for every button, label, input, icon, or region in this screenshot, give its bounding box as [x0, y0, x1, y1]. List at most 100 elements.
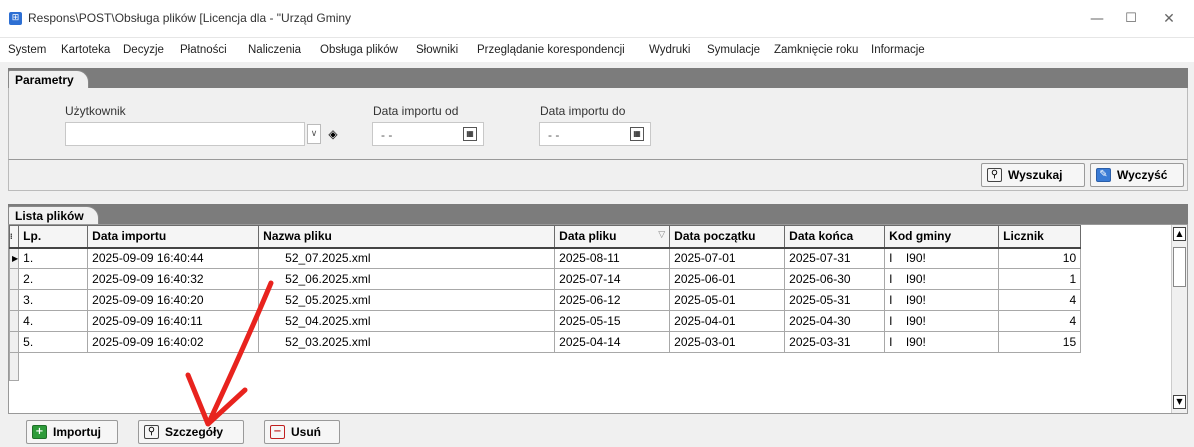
cell-kod-gminy[interactable]: I I90! [884, 289, 1000, 311]
maximize-button[interactable]: ☐ [1114, 6, 1148, 32]
cell-licznik[interactable]: 15 [998, 331, 1082, 353]
menu-symulacje[interactable]: Symulacje [707, 44, 760, 56]
cell-data-konca[interactable]: 2025-05-31 [784, 289, 886, 311]
cell-data-importu[interactable]: 2025-09-09 16:40:11 [87, 310, 260, 332]
date-to-field[interactable]: - - ▦ [539, 122, 651, 146]
cell-data-konca[interactable]: 2025-04-30 [784, 310, 886, 332]
table-row[interactable]: 3. 2025-09-09 16:40:20 52_05.2025.xml 20… [8, 289, 1082, 311]
cell-data-importu[interactable]: 2025-09-09 16:40:02 [87, 331, 260, 353]
import-button[interactable]: + Importuj [26, 420, 118, 444]
cell-kod-gminy[interactable]: I I90! [884, 268, 1000, 290]
cell-data-pliku[interactable]: 2025-07-14 [554, 268, 671, 290]
menu-kartoteka[interactable]: Kartoteka [61, 44, 110, 56]
cell-licznik[interactable]: 1 [998, 268, 1082, 290]
cell-lp[interactable]: 5. [18, 331, 89, 353]
cell-lp[interactable]: 2. [18, 268, 89, 290]
cell-lp[interactable]: 1. [18, 247, 89, 269]
menu-wydruki[interactable]: Wydruki [649, 44, 690, 56]
plus-icon: + [32, 425, 47, 439]
cell-lp[interactable]: 4. [18, 310, 89, 332]
menu-platnosci[interactable]: Płatności [180, 44, 227, 56]
calendar-icon[interactable]: ▦ [630, 127, 644, 141]
close-button[interactable]: ✕ [1152, 6, 1186, 32]
app-icon: ⊞ [9, 12, 22, 25]
chevron-down-icon[interactable]: ∨ [307, 124, 321, 144]
column-header-data-pliku-label: Data pliku [559, 229, 617, 244]
tab-lista-plikow[interactable]: Lista plików [8, 206, 99, 224]
menu-informacje[interactable]: Informacje [871, 44, 925, 56]
cell-licznik[interactable]: 10 [998, 247, 1082, 269]
cell-nazwa-pliku[interactable]: 52_04.2025.xml [258, 310, 556, 332]
menu-decyzje[interactable]: Decyzje [123, 44, 164, 56]
menu-przegladanie-korespondencji[interactable]: Przeglądanie korespondencji [477, 44, 625, 56]
cell-data-pliku[interactable]: 2025-08-11 [554, 247, 671, 269]
delete-button[interactable]: − Usuń [264, 420, 340, 444]
user-combobox[interactable] [65, 122, 305, 146]
cell-data-pliku[interactable]: 2025-06-12 [554, 289, 671, 311]
column-header-data-poczatku[interactable]: Data początku [669, 225, 786, 249]
cell-nazwa-pliku[interactable]: 52_06.2025.xml [258, 268, 556, 290]
menu-obsluga-plikow[interactable]: Obsługa plików [320, 44, 398, 56]
cell-data-importu[interactable]: 2025-09-09 16:40:44 [87, 247, 260, 269]
menu-slowniki[interactable]: Słowniki [416, 44, 458, 56]
column-header-licznik[interactable]: Licznik [998, 225, 1082, 249]
menu-naliczenia[interactable]: Naliczenia [248, 44, 301, 56]
scroll-up-icon[interactable]: ▲ [1173, 227, 1186, 241]
date-from-field[interactable]: - - ▦ [372, 122, 484, 146]
cell-data-konca[interactable]: 2025-03-31 [784, 331, 886, 353]
row-indicator [8, 352, 20, 381]
user-label: Użytkownik [65, 104, 126, 118]
column-header-nazwa-pliku[interactable]: Nazwa pliku [258, 225, 556, 249]
column-header-data-konca[interactable]: Data końca [784, 225, 886, 249]
table-row[interactable]: 2. 2025-09-09 16:40:32 52_06.2025.xml 20… [8, 268, 1082, 290]
column-header-data-importu[interactable]: Data importu [87, 225, 260, 249]
minus-icon: − [270, 425, 285, 439]
column-header-lp[interactable]: Lp. [18, 225, 89, 249]
scroll-down-icon[interactable]: ▼ [1173, 395, 1186, 409]
cell-data-poczatku[interactable]: 2025-06-01 [669, 268, 786, 290]
table-row[interactable]: 4. 2025-09-09 16:40:11 52_04.2025.xml 20… [8, 310, 1082, 332]
tab-parametry[interactable]: Parametry [8, 70, 89, 88]
column-header-data-pliku[interactable]: Data pliku ▽ [554, 225, 671, 249]
cell-data-konca[interactable]: 2025-06-30 [784, 268, 886, 290]
date-to-label: Data importu do [540, 104, 626, 118]
details-button[interactable]: ⚲ Szczegóły [138, 420, 244, 444]
cell-licznik[interactable]: 4 [998, 289, 1082, 311]
cell-kod-gminy[interactable]: I I90! [884, 331, 1000, 353]
cell-data-importu[interactable]: 2025-09-09 16:40:20 [87, 289, 260, 311]
eraser-icon: ✎ [1096, 168, 1111, 182]
row-indicator [8, 289, 20, 311]
scrollbar-thumb[interactable] [1173, 247, 1186, 287]
calendar-icon[interactable]: ▦ [463, 127, 477, 141]
menu-system[interactable]: System [8, 44, 46, 56]
files-table: ⁝ Lp. Data importu Nazwa pliku Data plik… [8, 225, 1082, 381]
cell-kod-gminy[interactable]: I I90! [884, 247, 1000, 269]
cell-data-importu[interactable]: 2025-09-09 16:40:32 [87, 268, 260, 290]
cell-data-poczatku[interactable]: 2025-07-01 [669, 247, 786, 269]
date-to-value: - - [548, 128, 560, 142]
cell-lp[interactable]: 3. [18, 289, 89, 311]
magnifier-icon: ⚲ [144, 425, 159, 439]
cell-data-poczatku[interactable]: 2025-05-01 [669, 289, 786, 311]
search-button[interactable]: ⚲ Wyszukaj [981, 163, 1085, 187]
cell-nazwa-pliku[interactable]: 52_03.2025.xml [258, 331, 556, 353]
cell-kod-gminy[interactable]: I I90! [884, 310, 1000, 332]
clear-button[interactable]: ✎ Wyczyść [1090, 163, 1184, 187]
menu-zamkniecie-roku[interactable]: Zamknięcie roku [774, 44, 858, 56]
menu-bar: System Kartoteka Decyzje Płatności Nalic… [0, 38, 1194, 62]
cell-data-pliku[interactable]: 2025-05-15 [554, 310, 671, 332]
cell-nazwa-pliku[interactable]: 52_05.2025.xml [258, 289, 556, 311]
table-row[interactable]: ▶ 1. 2025-09-09 16:40:44 52_07.2025.xml … [8, 247, 1082, 269]
cell-licznik[interactable]: 4 [998, 310, 1082, 332]
import-button-label: Importuj [53, 425, 101, 439]
column-header-kod-gminy[interactable]: Kod gminy [884, 225, 1000, 249]
minimize-button[interactable]: — [1080, 6, 1114, 32]
cell-data-pliku[interactable]: 2025-04-14 [554, 331, 671, 353]
cell-data-poczatku[interactable]: 2025-04-01 [669, 310, 786, 332]
cell-data-konca[interactable]: 2025-07-31 [784, 247, 886, 269]
vertical-scrollbar[interactable]: ▲ ▼ [1171, 225, 1187, 413]
cell-data-poczatku[interactable]: 2025-03-01 [669, 331, 786, 353]
table-row[interactable]: 5. 2025-09-09 16:40:02 52_03.2025.xml 20… [8, 331, 1082, 353]
eye-icon[interactable]: ◈ [324, 124, 342, 144]
cell-nazwa-pliku[interactable]: 52_07.2025.xml [258, 247, 556, 269]
